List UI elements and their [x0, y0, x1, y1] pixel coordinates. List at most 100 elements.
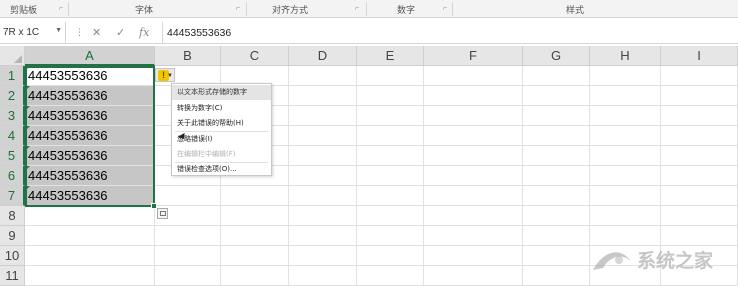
grid-cell[interactable]	[289, 126, 357, 146]
cell-a3[interactable]: 44453553636	[25, 106, 155, 126]
grid-cell[interactable]	[424, 86, 523, 106]
paste-options-icon[interactable]	[157, 208, 168, 219]
grid-cell[interactable]	[289, 226, 357, 246]
grid-cell[interactable]	[155, 226, 221, 246]
grid-cell[interactable]	[424, 66, 523, 86]
row-header-6[interactable]: 6	[0, 166, 25, 186]
grid-cell[interactable]	[357, 206, 424, 226]
font-launcher-icon[interactable]: ⌐	[236, 5, 240, 12]
grid-cell[interactable]	[357, 106, 424, 126]
column-header-e[interactable]: E	[357, 46, 424, 66]
row-header-2[interactable]: 2	[0, 86, 25, 106]
alignment-launcher-icon[interactable]: ⌐	[355, 5, 359, 12]
column-header-c[interactable]: C	[221, 46, 289, 66]
row-header-5[interactable]: 5	[0, 146, 25, 166]
grid-cell[interactable]	[523, 206, 590, 226]
grid-cell[interactable]	[357, 266, 424, 286]
menu-item-convert-to-number[interactable]: 转换为数字(C)	[172, 101, 271, 116]
grid-cell[interactable]	[357, 66, 424, 86]
grid-cell[interactable]	[523, 266, 590, 286]
grid-cell[interactable]	[424, 266, 523, 286]
grid-cell[interactable]	[661, 166, 738, 186]
grid-cell[interactable]	[221, 206, 289, 226]
grid-cell[interactable]	[289, 86, 357, 106]
cancel-icon[interactable]: ✕	[92, 26, 101, 39]
grid-cell[interactable]	[221, 226, 289, 246]
grid-cell[interactable]	[155, 246, 221, 266]
grid-cell[interactable]	[357, 166, 424, 186]
grid-cell[interactable]	[661, 126, 738, 146]
grid-cell[interactable]	[424, 166, 523, 186]
row-header-11[interactable]: 11	[0, 266, 25, 286]
name-box-dropdown-icon[interactable]: ▼	[55, 27, 62, 34]
grid-cell[interactable]	[523, 146, 590, 166]
grid-cell[interactable]	[424, 126, 523, 146]
grid-cell[interactable]	[357, 246, 424, 266]
row-header-9[interactable]: 9	[0, 226, 25, 246]
grid-cell[interactable]	[523, 226, 590, 246]
column-header-g[interactable]: G	[523, 46, 590, 66]
row-header-3[interactable]: 3	[0, 106, 25, 126]
column-header-h[interactable]: H	[590, 46, 661, 66]
cell-a5[interactable]: 44453553636	[25, 146, 155, 166]
grid-cell[interactable]	[25, 266, 155, 286]
grid-cell[interactable]	[523, 186, 590, 206]
cell-a7[interactable]: 44453553636	[25, 186, 155, 206]
select-all-corner[interactable]	[0, 46, 25, 66]
grid-cell[interactable]	[155, 186, 221, 206]
clipboard-launcher-icon[interactable]: ⌐	[59, 5, 63, 12]
grid-cell[interactable]	[357, 126, 424, 146]
column-header-d[interactable]: D	[289, 46, 357, 66]
column-header-a[interactable]: A	[25, 46, 155, 66]
grid-cell[interactable]	[424, 246, 523, 266]
grid-cell[interactable]	[357, 186, 424, 206]
column-header-i[interactable]: I	[661, 46, 738, 66]
grid-cell[interactable]	[661, 206, 738, 226]
grid-cell[interactable]	[590, 106, 661, 126]
grid-cell[interactable]	[221, 266, 289, 286]
grid-cell[interactable]	[25, 226, 155, 246]
grid-cell[interactable]	[25, 206, 155, 226]
menu-item-error-checking-options[interactable]: 错误检查选项(O)...	[172, 162, 271, 177]
cell-a6[interactable]: 44453553636	[25, 166, 155, 186]
grid-cell[interactable]	[661, 106, 738, 126]
grid-cell[interactable]	[590, 206, 661, 226]
grid-cell[interactable]	[523, 86, 590, 106]
grid-cell[interactable]	[590, 146, 661, 166]
grid-cell[interactable]	[523, 166, 590, 186]
row-header-1[interactable]: 1	[0, 66, 25, 86]
grid-cell[interactable]	[424, 146, 523, 166]
grid-cell[interactable]	[523, 126, 590, 146]
enter-icon[interactable]: ✓	[116, 26, 125, 39]
formula-input[interactable]: 44453553636	[162, 22, 738, 43]
cell-a2[interactable]: 44453553636	[25, 86, 155, 106]
grid-cell[interactable]	[424, 226, 523, 246]
grid-cell[interactable]	[25, 246, 155, 266]
grid-cell[interactable]	[661, 186, 738, 206]
grid-cell[interactable]	[590, 66, 661, 86]
grid-cell[interactable]	[424, 206, 523, 226]
grid-cell[interactable]	[357, 146, 424, 166]
grid-cell[interactable]	[590, 166, 661, 186]
error-check-button[interactable]: ! ▼	[155, 68, 175, 82]
grid-cell[interactable]	[661, 146, 738, 166]
grid-cell[interactable]	[289, 66, 357, 86]
row-header-8[interactable]: 8	[0, 206, 25, 226]
menu-item-ignore-error[interactable]: 忽略错误(I)	[172, 132, 271, 147]
menu-item-help-on-error[interactable]: 关于此错误的帮助(H)	[172, 116, 271, 131]
name-box[interactable]: 7R x 1C ▼	[0, 22, 66, 43]
grid-cell[interactable]	[221, 246, 289, 266]
grid-cell[interactable]	[289, 106, 357, 126]
grid-cell[interactable]	[289, 186, 357, 206]
row-header-10[interactable]: 10	[0, 246, 25, 266]
row-header-4[interactable]: 4	[0, 126, 25, 146]
number-launcher-icon[interactable]: ⌐	[443, 5, 447, 12]
insert-function-icon[interactable]: fx	[139, 26, 149, 39]
grid-cell[interactable]	[661, 66, 738, 86]
cell-a1[interactable]: 44453553636	[25, 66, 155, 86]
grid-cell[interactable]	[221, 186, 289, 206]
grid-cell[interactable]	[590, 86, 661, 106]
grid-cell[interactable]	[523, 66, 590, 86]
grid-cell[interactable]	[289, 246, 357, 266]
grid-cell[interactable]	[155, 266, 221, 286]
